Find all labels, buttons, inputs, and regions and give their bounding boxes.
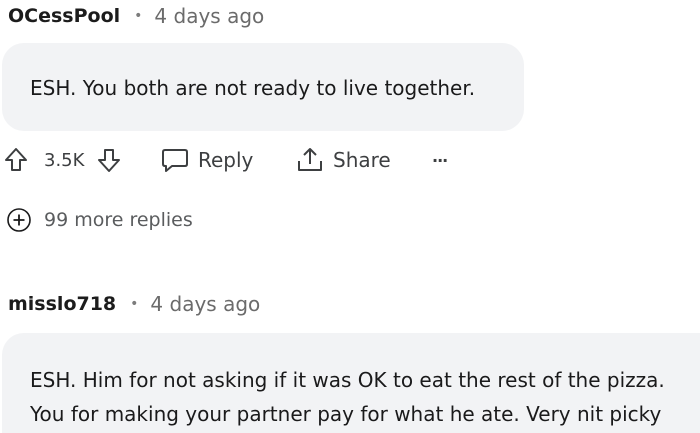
comment-text-line: You for making your partner pay for what…: [30, 402, 662, 426]
plus-circle-icon: [7, 208, 31, 232]
arrow-down-icon: [98, 149, 120, 172]
downvote-button[interactable]: [97, 142, 121, 178]
share-icon: [298, 148, 322, 171]
comment-header: misslo718 • 4 days ago: [8, 291, 260, 317]
more-options-button[interactable]: ···: [432, 142, 448, 178]
separator-dot: •: [130, 296, 139, 312]
comment-header: OCessPool • 4 days ago: [8, 3, 264, 29]
reply-button[interactable]: Reply: [161, 142, 253, 178]
more-replies-link[interactable]: 99 more replies: [6, 207, 193, 233]
speech-bubble-icon: [162, 149, 188, 172]
reply-label: Reply: [198, 148, 254, 172]
arrow-up-icon: [5, 148, 27, 171]
comment-text-line: ESH. You both are not ready to live toge…: [30, 76, 476, 100]
share-label: Share: [333, 148, 391, 172]
more-replies-label: 99 more replies: [44, 209, 193, 231]
ellipsis-icon: ···: [432, 150, 448, 170]
upvote-button[interactable]: [4, 142, 28, 178]
comment-author[interactable]: OCessPool: [8, 5, 120, 27]
comment-body: ESH. Him for not asking if it was OK to …: [2, 333, 700, 433]
comment-text-line: ESH. Him for not asking if it was OK to …: [30, 368, 665, 392]
comment-timestamp[interactable]: 4 days ago: [154, 4, 264, 28]
share-button[interactable]: Share: [296, 142, 391, 178]
vote-score: 3.5K: [44, 142, 84, 178]
comment-author[interactable]: misslo718: [8, 293, 116, 315]
score-value: 3.5K: [44, 149, 85, 171]
comment-body: ESH. You both are not ready to live toge…: [2, 43, 524, 131]
comment-timestamp[interactable]: 4 days ago: [150, 292, 260, 316]
separator-dot: •: [134, 8, 143, 24]
comment-action-bar: 3.5K Reply Share ···: [0, 142, 520, 178]
